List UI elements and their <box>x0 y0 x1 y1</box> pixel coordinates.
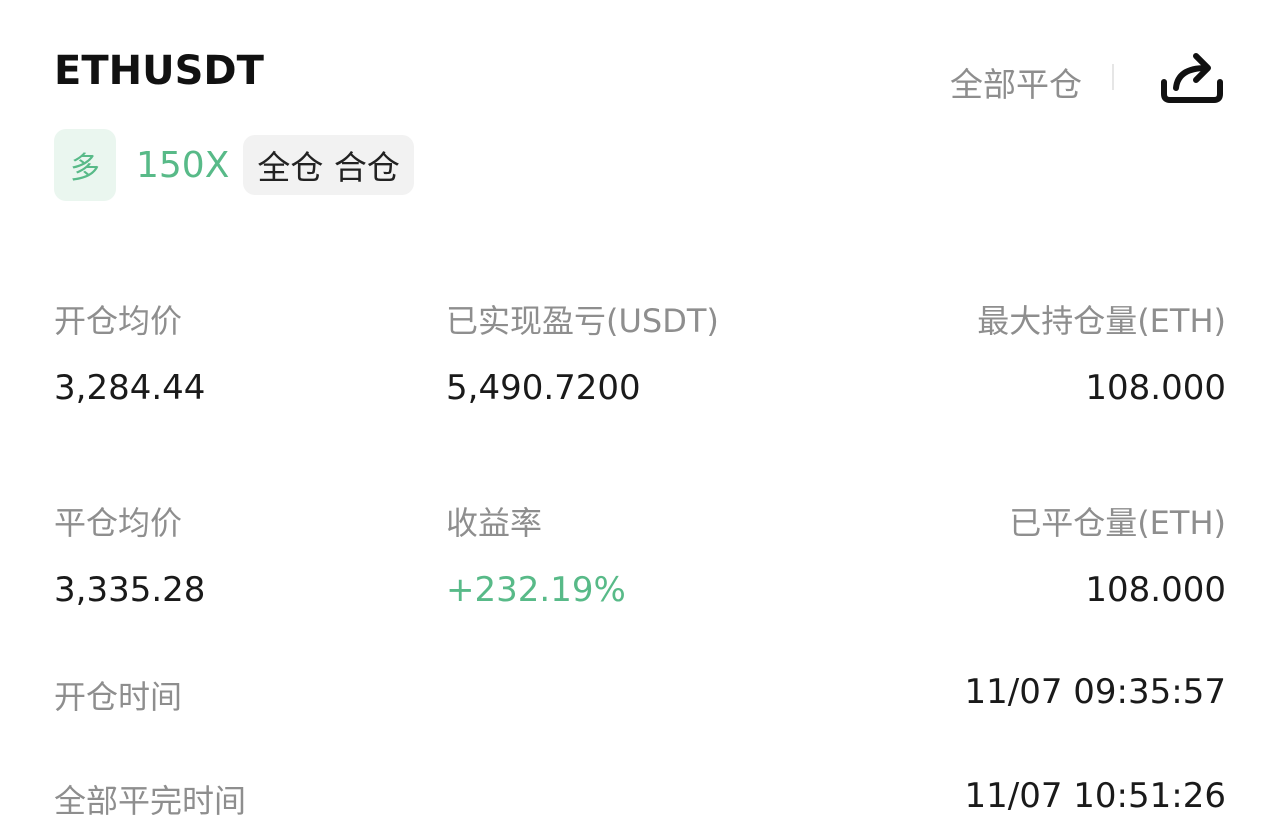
realized-pnl-cell: 已实现盈亏(USDT) 5,490.7200 <box>446 296 719 408</box>
share-icon[interactable] <box>1156 42 1226 108</box>
close-avg-price-value: 3,335.28 <box>54 570 206 610</box>
open-time-label: 开仓时间 <box>54 678 183 716</box>
full-close-time-value: 11/07 10:51:26 <box>964 776 1227 816</box>
position-detail-page: ETHUSDT 全部平仓 多 150X 全仓 合仓 开仓均价 3,284.44 … <box>0 0 1280 839</box>
open-avg-price-cell: 开仓均价 3,284.44 <box>54 296 205 408</box>
open-avg-price-label: 开仓均价 <box>54 302 183 340</box>
roi-value: +232.19% <box>446 570 626 610</box>
open-time-value: 11/07 09:35:57 <box>964 672 1227 712</box>
close-avg-price-cell: 平仓均价 3,335.28 <box>54 498 205 610</box>
closed-volume-label: 已平仓量(ETH) <box>1009 504 1226 542</box>
header-divider <box>1112 64 1114 90</box>
full-close-time-label: 全部平完时间 <box>54 782 247 820</box>
open-avg-price-value: 3,284.44 <box>54 368 206 408</box>
close-all-button[interactable]: 全部平仓 <box>950 58 1082 106</box>
margin-mode-badge: 全仓 合仓 <box>243 135 414 195</box>
side-badge: 多 <box>54 129 116 201</box>
max-position-label: 最大持仓量(ETH) <box>977 302 1226 340</box>
realized-pnl-value: 5,490.7200 <box>446 368 641 408</box>
max-position-value: 108.000 <box>1085 368 1226 408</box>
leverage-badge: 150X <box>136 144 230 186</box>
roi-label: 收益率 <box>446 504 543 542</box>
realized-pnl-label: 已实现盈亏(USDT) <box>446 302 719 340</box>
closed-volume-cell: 已平仓量(ETH) 108.000 <box>1009 498 1226 610</box>
symbol-title: ETHUSDT <box>54 48 264 94</box>
position-tags: 多 150X 全仓 合仓 <box>54 129 414 201</box>
header: ETHUSDT 全部平仓 <box>54 48 1226 104</box>
closed-volume-value: 108.000 <box>1085 570 1226 610</box>
close-avg-price-label: 平仓均价 <box>54 504 183 542</box>
max-position-cell: 最大持仓量(ETH) 108.000 <box>977 296 1226 408</box>
roi-cell: 收益率 +232.19% <box>446 498 626 610</box>
